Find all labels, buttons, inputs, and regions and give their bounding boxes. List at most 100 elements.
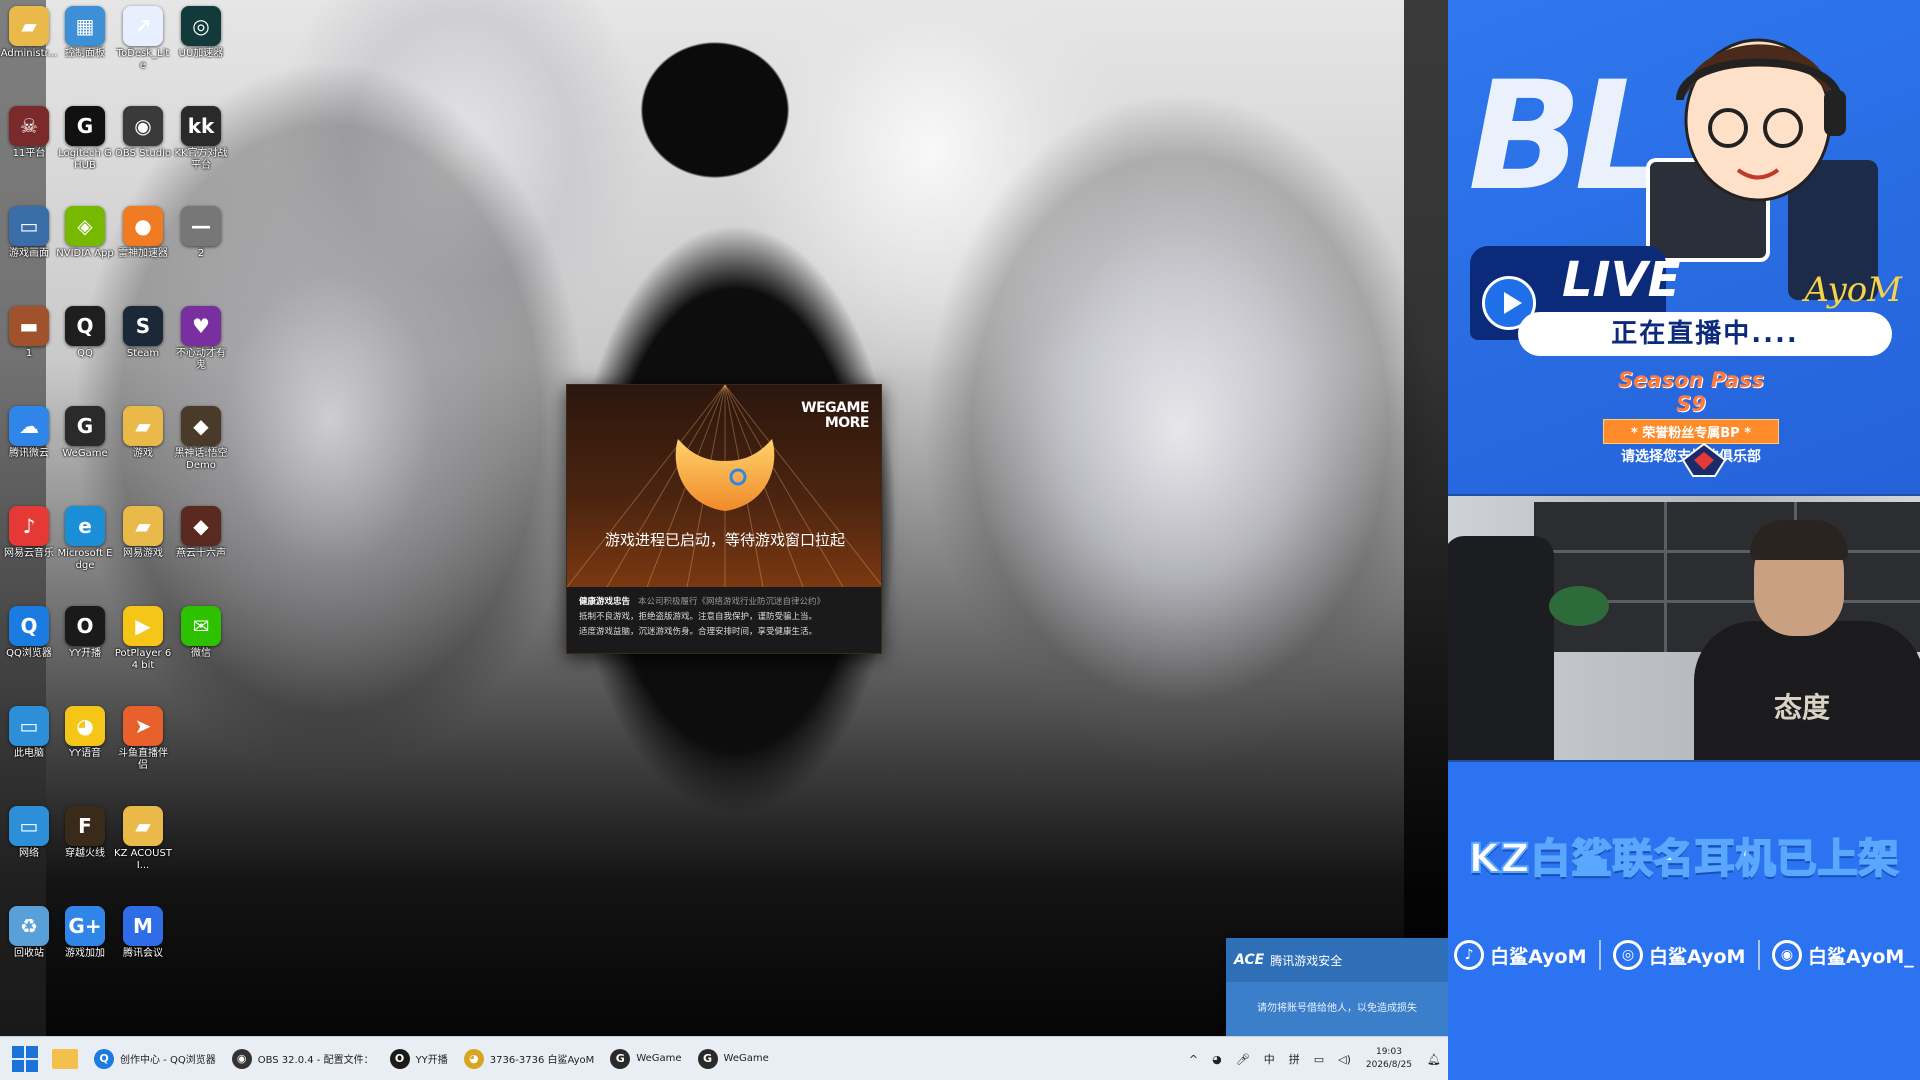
volume-icon[interactable]: ◁) [1338,1053,1351,1066]
shirt-text: 态度 [1774,691,1831,724]
desktop-icon[interactable]: ☁ 腾讯微云 [0,400,58,460]
desktop-icon[interactable]: ▭ 网络 [0,800,58,860]
game-icon: ♥ [181,306,221,346]
start-button[interactable] [12,1045,38,1072]
network-icon: ▭ [9,806,49,846]
taskbar-app-button[interactable]: G WeGame [697,1048,769,1069]
season-pass-title: Season Pass S9 [1618,368,1764,416]
clock[interactable]: 19:03 2026/8/25 [1366,1046,1412,1072]
desktop-icon[interactable]: F 穿越火线 [56,800,114,860]
qq-icon: Q [65,306,105,346]
desktop-icon[interactable]: ▰ Administr... [0,0,58,60]
social-handle: ♪ 白鲨AyoM [1454,940,1587,970]
taskbar-app-label: YY开播 [415,1055,448,1066]
desktop-icon[interactable]: G Logitech G HUB [56,100,114,172]
desktop-icon[interactable]: ▭ 此电脑 [0,700,58,760]
desktop-icon[interactable]: ▬ 1 [0,300,58,360]
health-notice-line-2: 适度游戏益脑，沉迷游戏伤身。合理安排时间，享受健康生活。 [579,627,818,637]
desktop-icon[interactable]: —2 [172,200,230,260]
todesk-icon: ↗ [123,6,163,46]
desktop-icon[interactable]: G WeGame [56,400,114,460]
folder-icon: ▰ [123,406,163,446]
desktop-icon[interactable]: ▰ KZ ACOUSTI... [114,800,172,872]
desktop-icon[interactable]: ▰ 网易游戏 [114,500,172,560]
desktop-icon[interactable]: S Steam [114,300,172,360]
brand-line-1: WEGAME [801,400,869,416]
desktop-icon[interactable]: ◎ UU加速器 [172,0,230,60]
input-mode-indicator[interactable]: 拼 [1289,1051,1300,1067]
desktop-icon[interactable]: ♻ 回收站 [0,900,58,960]
game-demo-icon: ◆ [181,406,221,446]
desktop-icon[interactable]: ▶ PotPlayer 64 bit [114,600,172,672]
social-handle-text: 白鲨AyoM [1649,945,1746,968]
desktop-right-strip [1404,0,1448,1036]
tiktok-icon: ♪ [1454,940,1485,970]
input-lang-indicator[interactable]: 中 [1264,1051,1275,1067]
ace-security-toast[interactable]: ACE 腾讯游戏安全 请勿将账号借给他人，以免造成损失 [1226,938,1448,1036]
club-logo-icon [1681,442,1727,477]
desktop-icon[interactable]: ♪ 网易云音乐 [0,500,58,560]
desktop-icon[interactable]: G+ 游戏加加 [56,900,114,960]
wegame-dialog-banner: WEGAME MORE 游戏进程已启动，等待游戏窗口拉起 [567,385,881,587]
desktop-icon[interactable]: ◆ 燕云十六声 [172,500,230,560]
desktop-icon[interactable]: ◆ 黑神话:悟空 Demo [172,400,230,472]
wegame-more-brand: WEGAME MORE [801,401,869,431]
desktop-icon[interactable]: ▦ 控制面板 [56,0,114,60]
logitech-ghub-icon: G [65,106,105,146]
desktop-icon-label: 腾讯会议 [123,948,163,959]
taskbar-app-label: OBS 32.0.4 - 配置文件： [257,1055,374,1066]
wechat-icon: ✉ [181,606,221,646]
wegame-icon: G [65,406,105,446]
this-pc-icon: ▭ [9,706,49,746]
desktop-icon-label: WeGame [62,448,108,459]
desktop-icon[interactable]: ▭ 游戏画面 [0,200,58,260]
douyu-icon: ➤ [123,706,163,746]
desktop-icon-label: YY开播 [68,648,102,659]
desktop-icon-label: Steam [126,348,160,359]
desktop-icon-label: 游戏画面 [9,248,49,259]
desktop-icon[interactable]: M 腾讯会议 [114,900,172,960]
desktop-icon-label: 燕云十六声 [176,548,226,559]
desktop-icon[interactable]: Q QQ浏览器 [0,600,58,660]
desktop-icon[interactable]: ➤ 斗鱼直播伴侣 [114,700,172,772]
desktop-icon[interactable]: ✉ 微信 [172,600,230,660]
desktop-icon-label: Microsoft Edge [57,548,113,571]
desktop-icon[interactable]: ☠ 11平台 [0,100,58,160]
desktop-icon[interactable]: ◉ OBS Studio [114,100,172,160]
desktop-icon[interactable]: ◈ NVIDIA App [56,200,114,260]
desktop-icon[interactable]: kk KK官方对战平台 [172,100,230,172]
desktop-icon[interactable]: ♥ 不心动才有鬼 [172,300,230,372]
webcam-person-hair [1750,520,1848,560]
taskbar-app-button[interactable]: ◉ OBS 32.0.4 - 配置文件： [231,1048,374,1069]
desktop-icon[interactable]: ● 雷神加速器 [114,200,172,260]
desktop-icon[interactable]: O YY开播 [56,600,114,660]
wegame-launch-dialog[interactable]: WEGAME MORE 游戏进程已启动，等待游戏窗口拉起 健康游戏忠告 本公司积… [566,384,882,654]
network-icon[interactable]: ▭ [1314,1053,1324,1066]
desktop-icon-label: YY语音 [68,748,102,759]
desktop-icon[interactable]: Q QQ [56,300,114,360]
notification-bell-icon[interactable]: 🔔︎ [1427,1053,1441,1066]
qq-browser-icon: Q [9,606,49,646]
taskbar-app-button[interactable]: Q 创作中心 - QQ浏览器 [94,1048,216,1069]
desktop-icon-label: 斗鱼直播伴侣 [118,748,168,771]
tray-overflow-chevron-icon[interactable]: ^ [1189,1053,1198,1066]
desktop-icon[interactable]: ▰ 游戏 [114,400,172,460]
yy-live-icon: O [65,606,105,646]
taskbar-app-button[interactable]: O YY开播 [389,1048,448,1069]
social-handle: ◎ 白鲨AyoM [1613,940,1745,970]
game-screen-icon: ▭ [9,206,49,246]
microphone-icon[interactable]: 🎤︎ [1236,1053,1250,1066]
desktop-icon[interactable]: ◕ YY语音 [56,700,114,760]
taskbar-app-button[interactable]: ◕ 3736-3736 白鲨AyoM [463,1048,594,1069]
taskbar-app-icon: O [389,1048,410,1069]
taskbar-app-button[interactable]: G WeGame [610,1048,682,1069]
tray-app-icon[interactable]: ◕ [1212,1053,1222,1066]
desktop-icon[interactable]: ↗ ToDesk_Lite [114,0,172,72]
desktop-icon-label: 雷神加速器 [118,248,168,259]
file-explorer-button[interactable] [52,1048,78,1069]
social-handles: ♪ 白鲨AyoM ◎ 白鲨AyoM ◉ 白鲨AyoM_ [1448,940,1920,970]
social-handle-text: 白鲨AyoM [1490,945,1587,968]
overlay-footer: KZ白鲨联名耳机已上架 ♪ 白鲨AyoM ◎ 白鲨AyoM ◉ 白鲨AyoM_ [1448,762,1920,1080]
taskbar-app-icon: ◉ [231,1048,252,1069]
desktop-icon[interactable]: e Microsoft Edge [56,500,114,572]
